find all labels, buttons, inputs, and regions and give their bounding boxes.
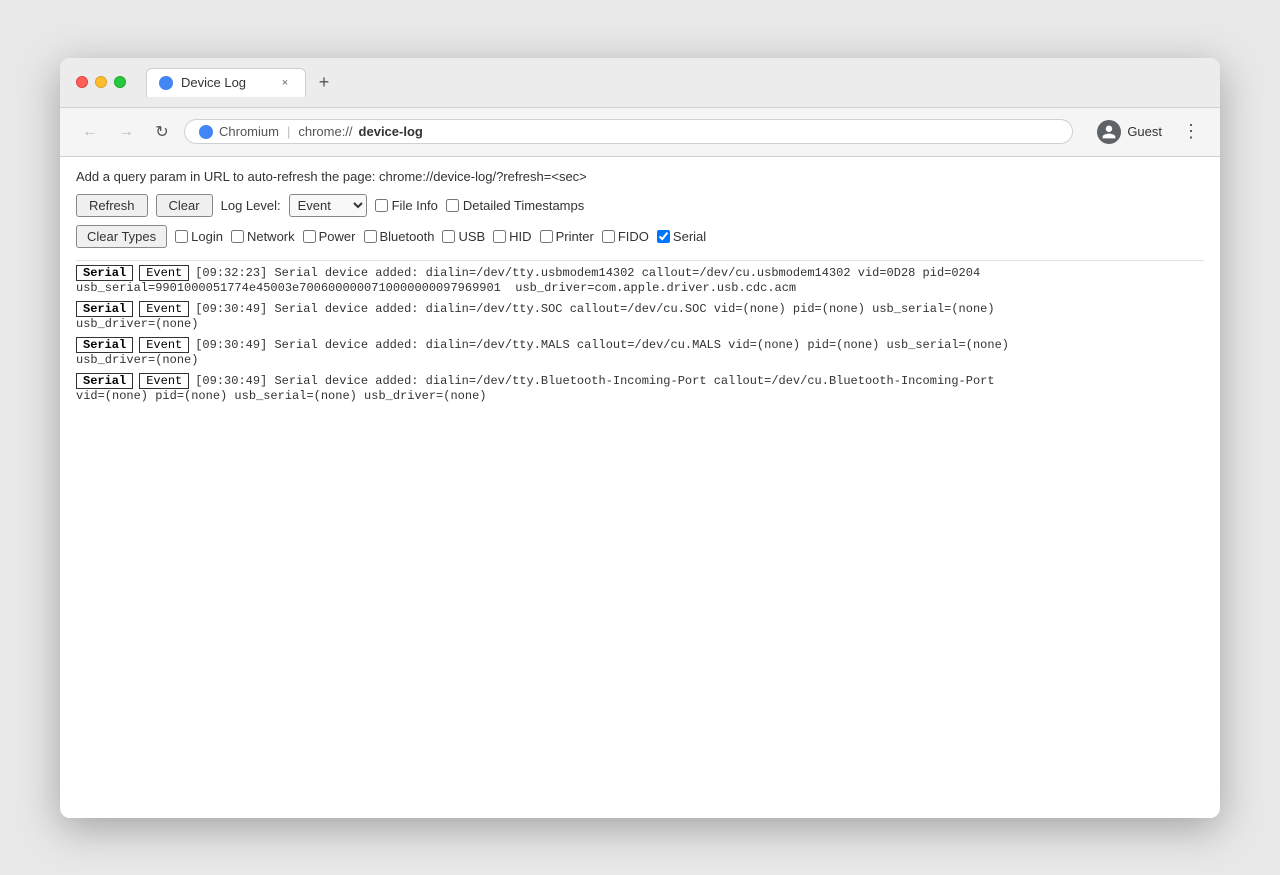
log-text: [09:32:23] Serial device added: dialin=/…: [195, 266, 980, 280]
url-separator: |: [287, 124, 290, 139]
tab-close-button[interactable]: ×: [277, 75, 293, 91]
type-serial-label: Serial: [673, 229, 706, 244]
detailed-timestamps-label: Detailed Timestamps: [463, 198, 584, 213]
type-fido-checkbox[interactable]: [602, 230, 615, 243]
type-usb-group[interactable]: USB: [442, 229, 485, 244]
maximize-button[interactable]: [114, 76, 126, 88]
log-tag-serial: Serial: [76, 373, 133, 389]
log-entry: Serial Event [09:30:49] Serial device ad…: [76, 301, 1204, 331]
tab-favicon-icon: [159, 76, 173, 90]
clear-button[interactable]: Clear: [156, 194, 213, 217]
log-level-event: Event: [139, 301, 189, 317]
type-printer-label: Printer: [556, 229, 594, 244]
log-text: [09:30:49] Serial device added: dialin=/…: [195, 302, 994, 316]
log-text-line2: vid=(none) pid=(none) usb_serial=(none) …: [76, 389, 1204, 403]
log-tag-serial: Serial: [76, 301, 133, 317]
type-hid-checkbox[interactable]: [493, 230, 506, 243]
menu-button[interactable]: ⋮: [1178, 117, 1204, 146]
refresh-button[interactable]: Refresh: [76, 194, 148, 217]
log-level-label: Log Level:: [221, 198, 281, 213]
log-entry: Serial Event [09:30:49] Serial device ad…: [76, 337, 1204, 367]
url-bar[interactable]: Chromium | chrome:// device-log: [184, 119, 1073, 144]
types-row: Clear Types Login Network Power Bluetoot…: [76, 225, 1204, 248]
log-level-event: Event: [139, 265, 189, 281]
url-path: device-log: [359, 124, 423, 139]
file-info-label: File Info: [392, 198, 438, 213]
clear-types-button[interactable]: Clear Types: [76, 225, 167, 248]
log-text-line2: usb_driver=(none): [76, 353, 1204, 367]
active-tab[interactable]: Device Log ×: [146, 68, 306, 97]
log-text: [09:30:49] Serial device added: dialin=/…: [195, 374, 994, 388]
log-entries: Serial Event [09:32:23] Serial device ad…: [76, 260, 1204, 403]
profile-area: Guest ⋮: [1089, 116, 1204, 148]
type-usb-checkbox[interactable]: [442, 230, 455, 243]
traffic-lights: [76, 76, 126, 88]
type-network-group[interactable]: Network: [231, 229, 295, 244]
url-prefix: chrome://: [298, 124, 352, 139]
profile-icon: [1097, 120, 1121, 144]
type-fido-group[interactable]: FIDO: [602, 229, 649, 244]
reload-button[interactable]: ↻: [148, 118, 176, 146]
url-brand: Chromium: [219, 124, 279, 139]
log-level-event: Event: [139, 373, 189, 389]
type-printer-group[interactable]: Printer: [540, 229, 594, 244]
controls-row: Refresh Clear Log Level: Event Debug Inf…: [76, 194, 1204, 217]
type-network-label: Network: [247, 229, 295, 244]
detailed-timestamps-checkbox[interactable]: [446, 199, 459, 212]
type-power-checkbox[interactable]: [303, 230, 316, 243]
url-favicon-icon: [199, 125, 213, 139]
close-button[interactable]: [76, 76, 88, 88]
type-bluetooth-group[interactable]: Bluetooth: [364, 229, 435, 244]
type-printer-checkbox[interactable]: [540, 230, 553, 243]
back-button[interactable]: ←: [76, 118, 104, 146]
type-bluetooth-label: Bluetooth: [380, 229, 435, 244]
type-login-group[interactable]: Login: [175, 229, 223, 244]
type-bluetooth-checkbox[interactable]: [364, 230, 377, 243]
type-power-group[interactable]: Power: [303, 229, 356, 244]
type-login-checkbox[interactable]: [175, 230, 188, 243]
detailed-timestamps-checkbox-group[interactable]: Detailed Timestamps: [446, 198, 584, 213]
type-power-label: Power: [319, 229, 356, 244]
page-content: Add a query param in URL to auto-refresh…: [60, 157, 1220, 818]
minimize-button[interactable]: [95, 76, 107, 88]
profile-button[interactable]: Guest: [1089, 116, 1170, 148]
log-entry: Serial Event [09:32:23] Serial device ad…: [76, 265, 1204, 295]
log-entry: Serial Event [09:30:49] Serial device ad…: [76, 373, 1204, 403]
type-hid-group[interactable]: HID: [493, 229, 531, 244]
type-network-checkbox[interactable]: [231, 230, 244, 243]
log-level-select[interactable]: Event Debug Info Warning Error: [289, 194, 367, 217]
tab-bar: Device Log × +: [146, 68, 1204, 97]
title-bar: Device Log × +: [60, 58, 1220, 108]
type-fido-label: FIDO: [618, 229, 649, 244]
log-tag-serial: Serial: [76, 337, 133, 353]
info-text: Add a query param in URL to auto-refresh…: [76, 169, 1204, 184]
browser-window: Device Log × + ← → ↻ Chromium | chrome:/…: [60, 58, 1220, 818]
file-info-checkbox[interactable]: [375, 199, 388, 212]
type-serial-group[interactable]: Serial: [657, 229, 706, 244]
new-tab-button[interactable]: +: [310, 69, 338, 97]
log-text-line2: usb_driver=(none): [76, 317, 1204, 331]
tab-title: Device Log: [181, 75, 246, 90]
log-tag-serial: Serial: [76, 265, 133, 281]
type-usb-label: USB: [458, 229, 485, 244]
address-bar: ← → ↻ Chromium | chrome:// device-log Gue…: [60, 108, 1220, 157]
forward-button[interactable]: →: [112, 118, 140, 146]
type-login-label: Login: [191, 229, 223, 244]
log-level-event: Event: [139, 337, 189, 353]
type-hid-label: HID: [509, 229, 531, 244]
type-serial-checkbox[interactable]: [657, 230, 670, 243]
log-text: [09:30:49] Serial device added: dialin=/…: [195, 338, 1009, 352]
profile-name: Guest: [1127, 124, 1162, 139]
file-info-checkbox-group[interactable]: File Info: [375, 198, 438, 213]
log-text-line2: usb_serial=9901000051774e45003e700600000…: [76, 281, 1204, 295]
